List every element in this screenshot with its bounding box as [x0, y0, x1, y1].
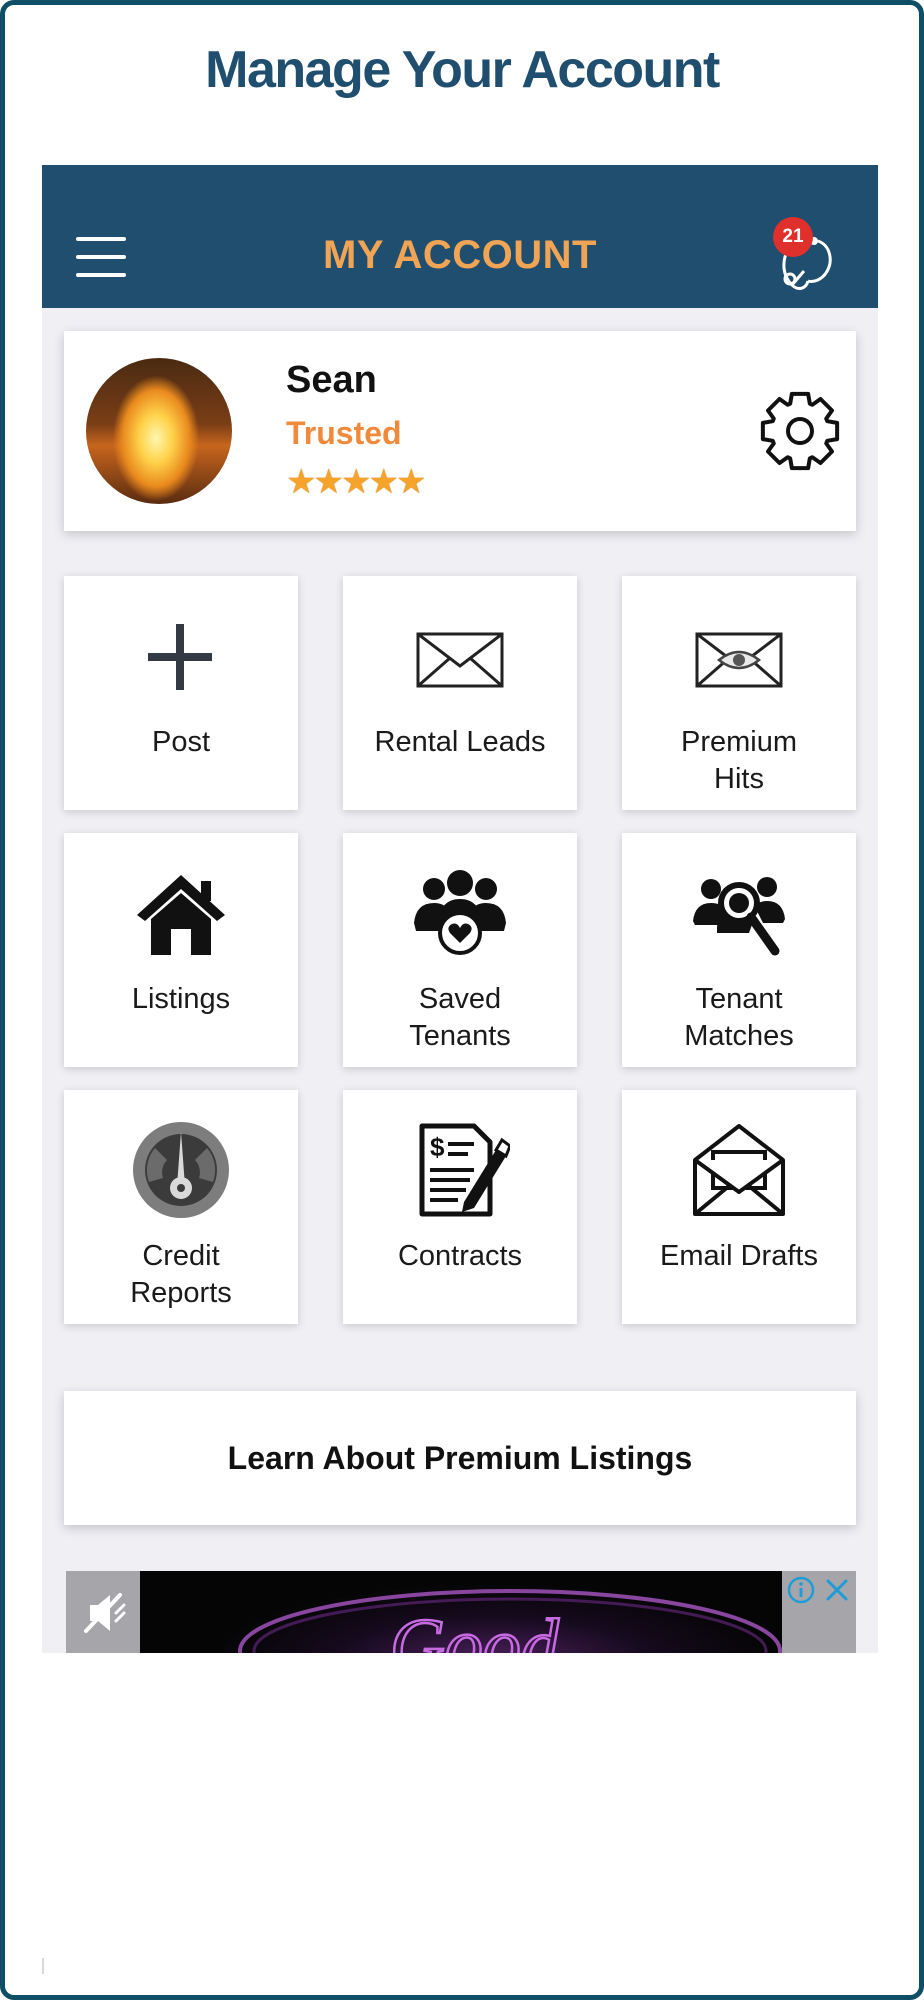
- tile-contracts[interactable]: $ Contracts: [343, 1090, 577, 1324]
- tile-label: Contracts: [397, 1240, 523, 1272]
- gauge-icon: [133, 1122, 229, 1218]
- tile-label: Rental Leads: [374, 726, 546, 758]
- tile-email-drafts[interactable]: Email Drafts: [622, 1090, 856, 1324]
- trust-status: Trusted: [286, 415, 402, 451]
- tile-tenant-matches[interactable]: Tenant Matches: [622, 833, 856, 1067]
- tile-saved-tenants[interactable]: Saved Tenants: [343, 833, 577, 1067]
- tile-label: Premium Hits: [680, 726, 797, 795]
- rating-stars: ★ ★ ★ ★ ★: [286, 463, 427, 501]
- notification-button[interactable]: 21: [768, 213, 840, 295]
- ad-banner-text: Good: [390, 1604, 560, 1653]
- envelope-icon: [416, 632, 504, 688]
- header-title: MY ACCOUNT: [323, 233, 597, 277]
- tile-rental-leads[interactable]: Rental Leads: [343, 576, 577, 810]
- ad-close-icon[interactable]: [822, 1575, 852, 1605]
- promo-title: Manage Your Account: [205, 41, 720, 99]
- ad-mute-button[interactable]: [66, 1571, 140, 1653]
- star-icon: ★: [340, 463, 372, 501]
- star-icon: ★: [286, 463, 317, 501]
- ad-controls: [782, 1571, 856, 1653]
- open-envelope-icon: [693, 1124, 785, 1216]
- app-header: MY ACCOUNT 21: [42, 165, 878, 308]
- tile-label: Credit Reports: [130, 1240, 232, 1309]
- star-icon: ★: [313, 463, 344, 501]
- plus-icon: [148, 624, 212, 690]
- tile-label: Email Drafts: [660, 1240, 818, 1272]
- ad-image[interactable]: Good: [140, 1571, 782, 1653]
- star-icon: ★: [368, 463, 399, 501]
- gear-outline: [760, 391, 840, 471]
- tile-post[interactable]: Post: [64, 576, 298, 810]
- notification-badge: 21: [773, 217, 813, 257]
- ad-banner[interactable]: Good: [66, 1571, 856, 1653]
- star-icon: ★: [395, 463, 427, 501]
- settings-button[interactable]: [758, 389, 842, 473]
- tile-label: Saved Tenants: [409, 983, 511, 1052]
- mute-speaker-icon: [84, 1593, 126, 1633]
- svg-text:$: $: [430, 1132, 445, 1162]
- tile-premium-hits[interactable]: Premium Hits: [622, 576, 856, 810]
- ad-info-icon[interactable]: [786, 1575, 816, 1605]
- tile-label: Listings: [131, 983, 231, 1015]
- gear-icon: [760, 391, 840, 471]
- tile-credit-reports[interactable]: Credit Reports: [64, 1090, 298, 1324]
- ad-neon-sign: Good: [238, 1589, 782, 1653]
- bottom-marker: [42, 1958, 44, 1974]
- people-search-icon: [693, 877, 785, 956]
- profile-name: Sean: [286, 359, 377, 401]
- tile-listings[interactable]: Listings: [64, 833, 298, 1067]
- house-icon: [137, 875, 225, 955]
- learn-premium-button[interactable]: Learn About Premium Listings: [64, 1391, 856, 1525]
- contract-pen-icon: $: [419, 1123, 510, 1217]
- app-screen: MY ACCOUNT 21 Sean Trusted ★ ★ ★ ★ ★ Pos…: [42, 165, 878, 1653]
- people-heart-icon: [414, 870, 506, 955]
- avatar[interactable]: [86, 358, 232, 504]
- profile-card[interactable]: Sean Trusted ★ ★ ★ ★ ★: [64, 331, 856, 531]
- envelope-eye-icon: [695, 632, 783, 688]
- tile-label: Post: [151, 726, 211, 758]
- tile-label: Tenant Matches: [684, 983, 794, 1052]
